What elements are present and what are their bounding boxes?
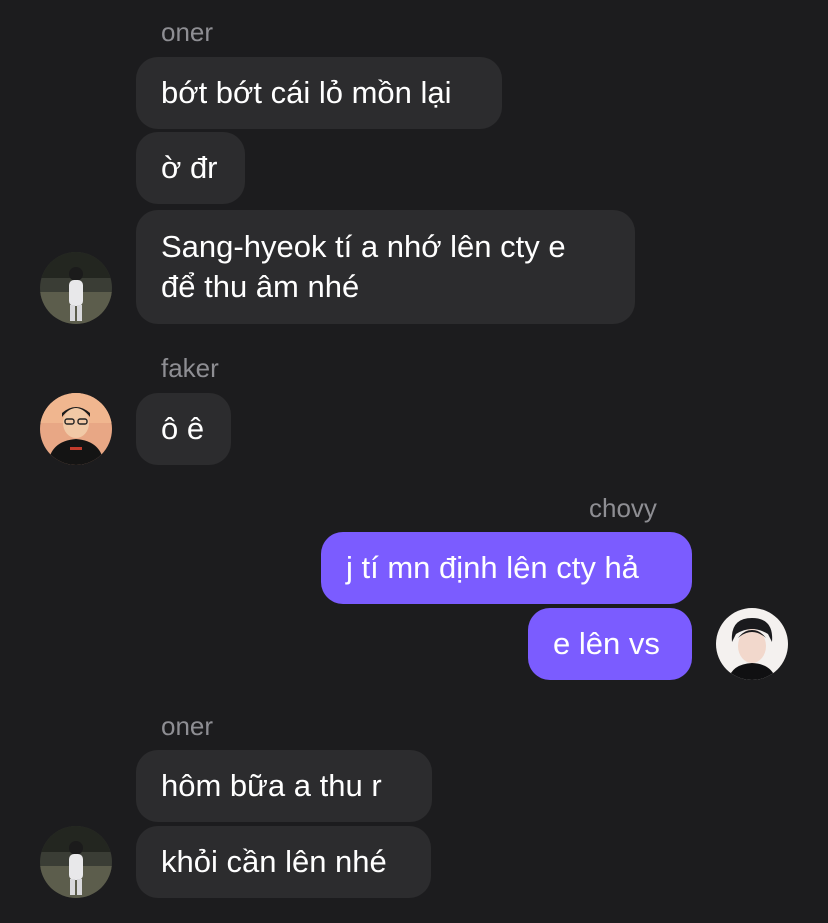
- chovy-avatar[interactable]: [716, 608, 788, 680]
- avatar-photo-icon: [40, 252, 112, 324]
- avatar-photo-icon: [40, 393, 112, 465]
- avatar-photo-icon: [716, 608, 788, 680]
- sender-name: faker: [161, 353, 219, 383]
- oner-avatar[interactable]: [40, 826, 112, 898]
- oner-avatar[interactable]: [40, 252, 112, 324]
- message-bubble[interactable]: bớt bớt cái lỏ mồn lại: [136, 57, 502, 129]
- avatar-photo-icon: [40, 826, 112, 898]
- message-bubble[interactable]: khỏi cần lên nhé: [136, 826, 431, 898]
- faker-avatar[interactable]: [40, 393, 112, 465]
- message-bubble[interactable]: hôm bữa a thu r: [136, 750, 432, 822]
- message-bubble[interactable]: e lên vs: [528, 608, 692, 680]
- message-bubble[interactable]: Sang-hyeok tí a nhớ lên cty e để thu âm …: [136, 210, 635, 324]
- message-bubble[interactable]: ô ê: [136, 393, 231, 465]
- sender-name: oner: [161, 711, 214, 741]
- sender-name: oner: [161, 17, 214, 47]
- sender-name: chovy: [589, 493, 657, 523]
- message-bubble[interactable]: j tí mn định lên cty hả: [321, 532, 692, 604]
- message-bubble[interactable]: ờ đr: [136, 132, 245, 204]
